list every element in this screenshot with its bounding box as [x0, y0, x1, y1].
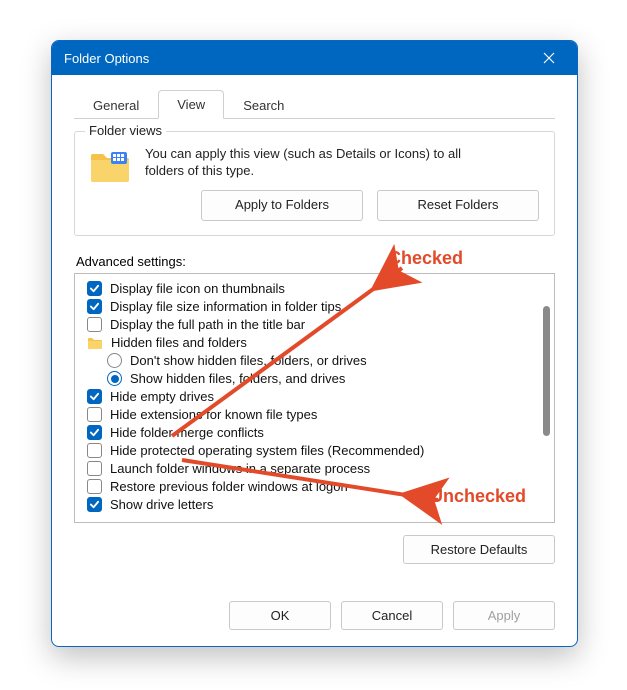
checkbox[interactable]: [87, 497, 102, 512]
advanced-item[interactable]: Display file size information in folder …: [87, 298, 532, 316]
radio[interactable]: [107, 353, 122, 368]
checkbox[interactable]: [87, 479, 102, 494]
ok-button[interactable]: OK: [229, 601, 331, 630]
tab-search[interactable]: Search: [224, 91, 303, 119]
tab-general[interactable]: General: [74, 91, 158, 119]
folder-views-legend: Folder views: [85, 123, 166, 138]
advanced-item[interactable]: Hide protected operating system files (R…: [87, 442, 532, 460]
advanced-item[interactable]: Hide empty drives: [87, 388, 532, 406]
checkbox[interactable]: [87, 407, 102, 422]
advanced-item[interactable]: Display the full path in the title bar: [87, 316, 532, 334]
advanced-item-label: Display the full path in the title bar: [110, 317, 305, 332]
advanced-item-label: Show drive letters: [110, 497, 213, 512]
advanced-item-label: Display file size information in folder …: [110, 299, 341, 314]
advanced-item-label: Hide extensions for known file types: [110, 407, 317, 422]
checkbox[interactable]: [87, 317, 102, 332]
advanced-item[interactable]: Don't show hidden files, folders, or dri…: [87, 352, 532, 370]
advanced-item-label: Display file icon on thumbnails: [110, 281, 285, 296]
radio[interactable]: [107, 371, 122, 386]
checkbox[interactable]: [87, 389, 102, 404]
reset-folders-button[interactable]: Reset Folders: [377, 190, 539, 221]
advanced-item-label: Show hidden files, folders, and drives: [130, 371, 345, 386]
apply-button[interactable]: Apply: [453, 601, 555, 630]
tab-view[interactable]: View: [158, 90, 224, 119]
advanced-item-label: Hide folder merge conflicts: [110, 425, 264, 440]
cancel-button[interactable]: Cancel: [341, 601, 443, 630]
advanced-item[interactable]: Hide extensions for known file types: [87, 406, 532, 424]
advanced-item-label: Don't show hidden files, folders, or dri…: [130, 353, 367, 368]
advanced-item[interactable]: Show hidden files, folders, and drives: [87, 370, 532, 388]
advanced-item-label: Hidden files and folders: [111, 335, 247, 350]
advanced-item[interactable]: Show drive letters: [87, 496, 532, 514]
advanced-settings-label: Advanced settings:: [76, 254, 555, 269]
close-button[interactable]: [533, 41, 565, 75]
window-title: Folder Options: [64, 51, 149, 66]
advanced-item[interactable]: Hide folder merge conflicts: [87, 424, 532, 442]
folder-options-window: Folder Options General View Search Folde…: [51, 40, 578, 647]
checkbox[interactable]: [87, 461, 102, 476]
scrollbar[interactable]: [538, 274, 554, 522]
apply-to-folders-button[interactable]: Apply to Folders: [201, 190, 363, 221]
folder-views-group: Folder views You can apply this view (su…: [74, 131, 555, 236]
advanced-item[interactable]: Display file icon on thumbnails: [87, 280, 532, 298]
advanced-item-label: Launch folder windows in a separate proc…: [110, 461, 370, 476]
advanced-settings-list[interactable]: Display file icon on thumbnails Display f…: [74, 273, 555, 523]
advanced-item[interactable]: Hidden files and folders: [87, 334, 532, 352]
folder-group-icon: [87, 336, 103, 350]
advanced-item[interactable]: Restore previous folder windows at logon: [87, 478, 532, 496]
checkbox[interactable]: [87, 281, 102, 296]
folder-views-text: You can apply this view (such as Details…: [145, 146, 540, 221]
tab-content: Folder views You can apply this view (su…: [74, 118, 555, 585]
folder-icon: [89, 146, 131, 186]
close-icon: [543, 52, 555, 64]
dialog-buttons: OK Cancel Apply: [52, 585, 577, 646]
advanced-item[interactable]: Launch folder windows in a separate proc…: [87, 460, 532, 478]
titlebar: Folder Options: [52, 41, 577, 75]
advanced-item-label: Restore previous folder windows at logon: [110, 479, 348, 494]
tab-bar: General View Search: [52, 75, 577, 118]
checkbox[interactable]: [87, 299, 102, 314]
advanced-item-label: Hide protected operating system files (R…: [110, 443, 424, 458]
restore-defaults-button[interactable]: Restore Defaults: [403, 535, 555, 564]
checkbox[interactable]: [87, 443, 102, 458]
checkbox[interactable]: [87, 425, 102, 440]
scrollbar-thumb[interactable]: [543, 306, 550, 436]
advanced-item-label: Hide empty drives: [110, 389, 214, 404]
